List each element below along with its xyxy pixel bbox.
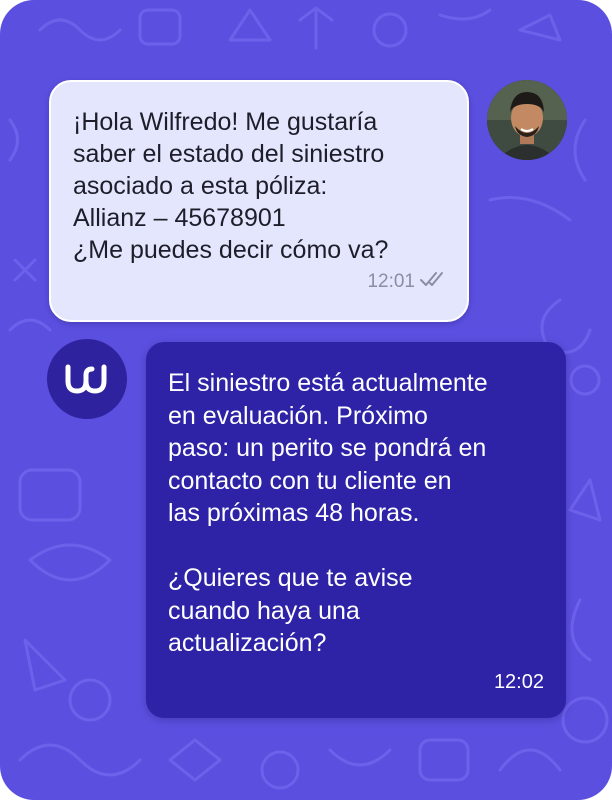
- double-check-icon: [419, 266, 447, 298]
- wilfredo-logo-icon[interactable]: [47, 339, 127, 419]
- user-avatar[interactable]: [487, 80, 567, 160]
- chat-panel: ¡Hola Wilfredo! Me gustaría saber el est…: [0, 0, 612, 800]
- user-message-time: 12:01: [367, 271, 415, 292]
- bot-message-text: El siniestro está actualmente en evaluac…: [168, 369, 488, 657]
- user-message-bubble: ¡Hola Wilfredo! Me gustaría saber el est…: [49, 80, 469, 322]
- bot-message-time: 12:02: [493, 670, 544, 693]
- user-message-meta: 12:01: [367, 266, 447, 298]
- user-message-text: ¡Hola Wilfredo! Me gustaría saber el est…: [73, 108, 389, 264]
- bot-message-bubble: El siniestro está actualmente en evaluac…: [146, 342, 566, 718]
